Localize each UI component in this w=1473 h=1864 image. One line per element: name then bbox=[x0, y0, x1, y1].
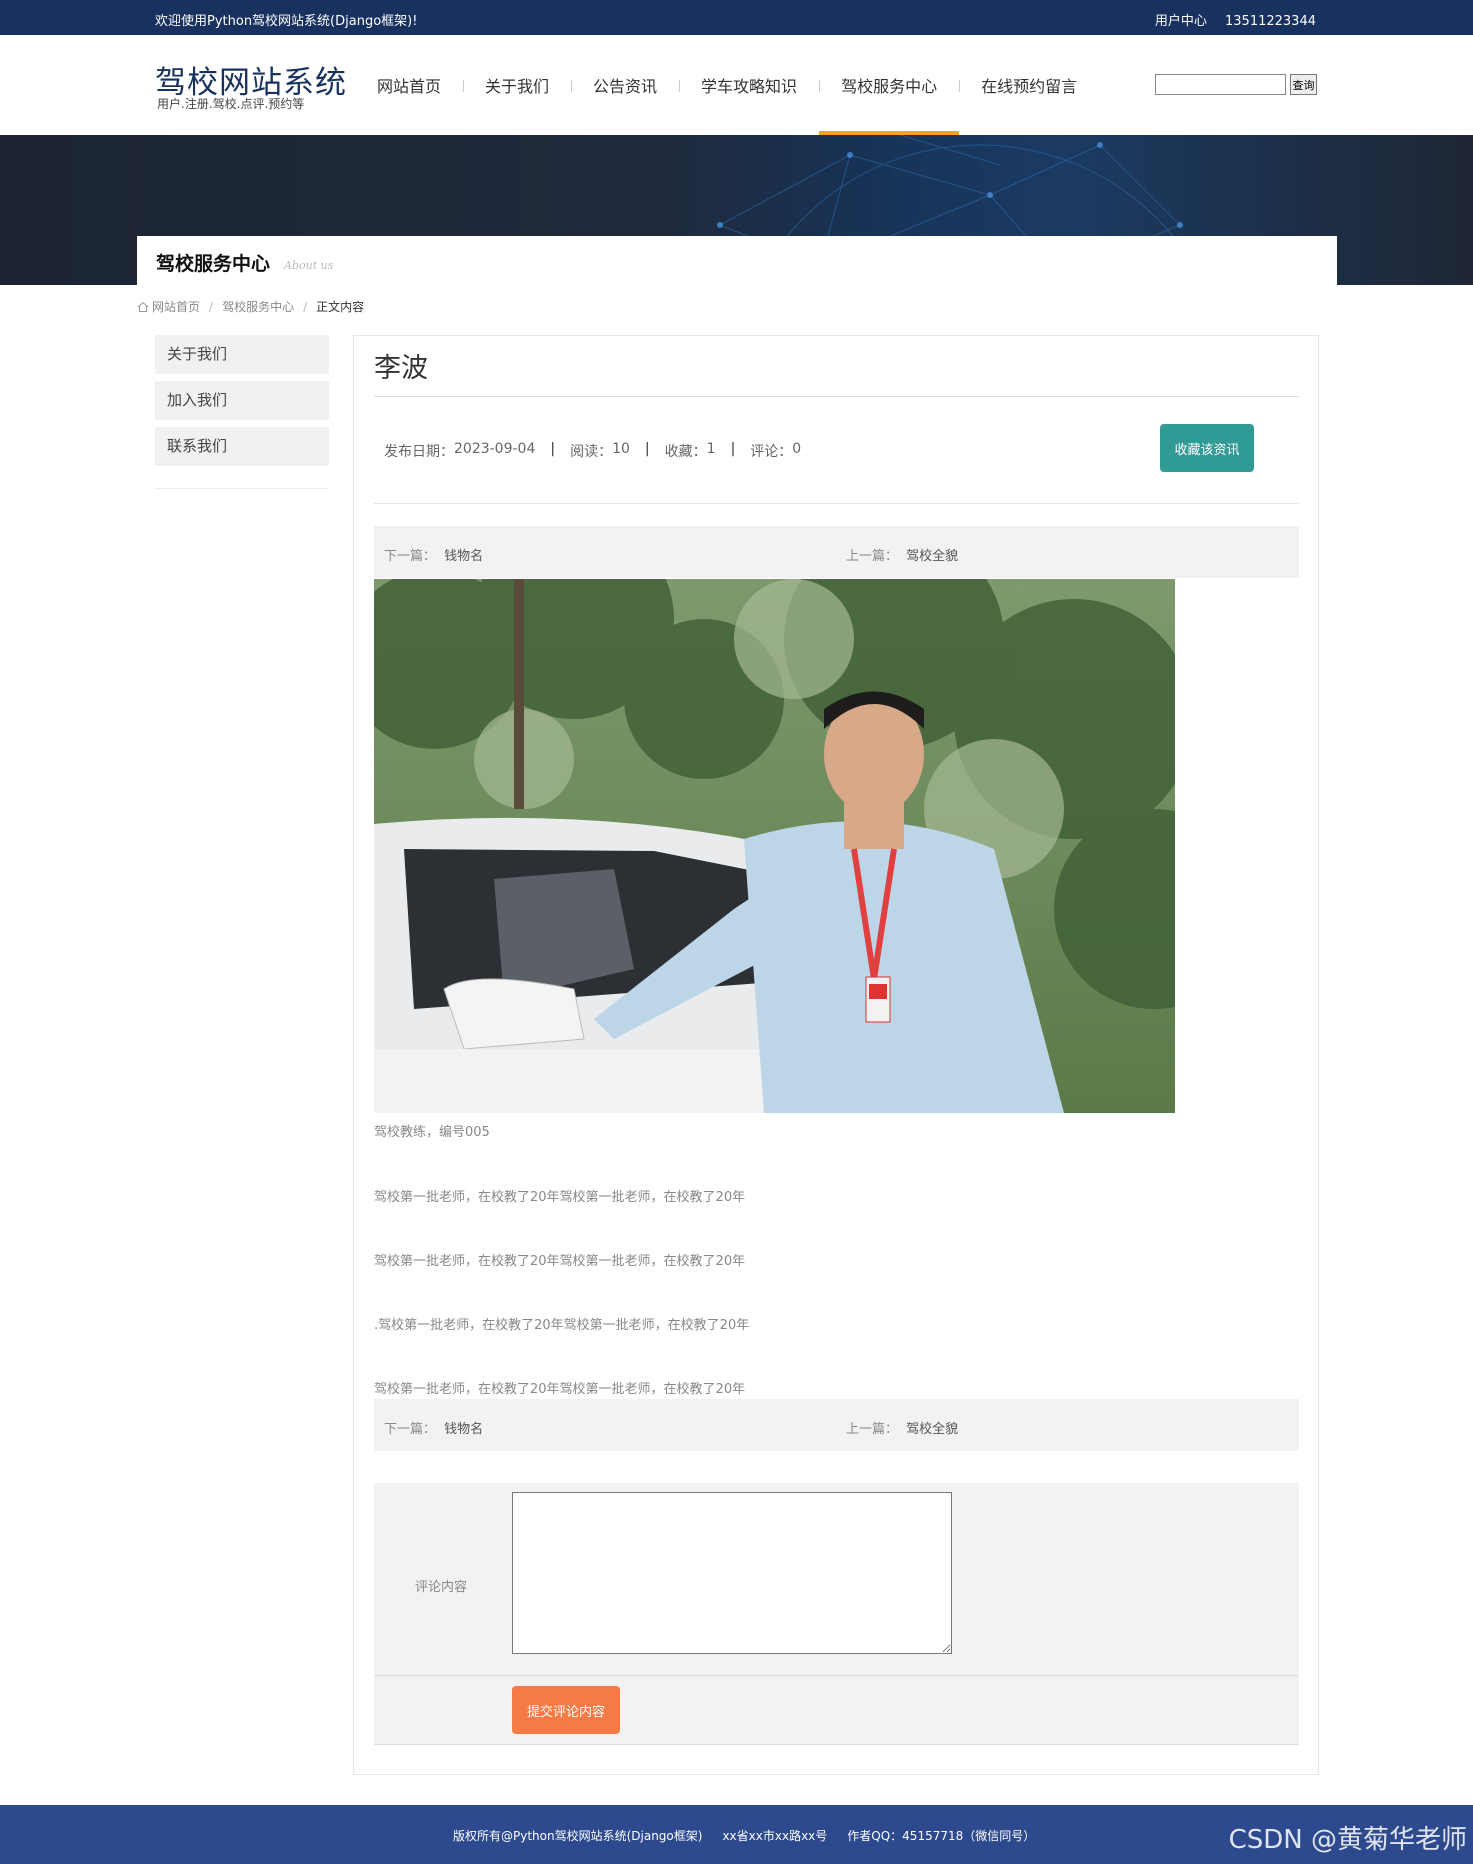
prev-next-nav-top: 下一篇： 钱物名 上一篇： 驾校全貌 bbox=[374, 526, 1299, 578]
nav-item-service[interactable]: 驾校服务中心 bbox=[819, 35, 960, 135]
nav-item-home[interactable]: 网站首页 bbox=[355, 35, 463, 135]
meta-separator: | bbox=[730, 441, 736, 457]
article-paragraph: 驾校第一批老师，在校教了20年驾校第一批老师，在校教了20年 bbox=[374, 1382, 746, 1397]
comment-count: 0 bbox=[792, 441, 802, 457]
breadcrumb-separator: / bbox=[303, 299, 308, 314]
main-nav: 网站首页 关于我们 公告资讯 学车攻略知识 驾校服务中心 在线预约留言 bbox=[355, 35, 1099, 135]
footer: 版权所有@Python驾校网站系统(Django框架) xx省xx市xx路xx号… bbox=[0, 1805, 1473, 1864]
nav-item-about[interactable]: 关于我们 bbox=[463, 35, 571, 135]
meta-divider bbox=[374, 503, 1299, 504]
prev-label: 上一篇： bbox=[846, 549, 899, 564]
topbar-right: 用户中心 13511223344 bbox=[1141, 10, 1316, 29]
comment-form: 评论内容 提交评论内容 bbox=[374, 1483, 1299, 1745]
next-article-link[interactable]: 下一篇： 钱物名 bbox=[384, 1418, 483, 1437]
breadcrumb-section[interactable]: 驾校服务中心 bbox=[222, 298, 294, 315]
breadcrumb-home[interactable]: 网站首页 bbox=[152, 298, 200, 315]
title-divider bbox=[374, 396, 1299, 397]
prev-article-link[interactable]: 上一篇： 驾校全貌 bbox=[846, 545, 958, 564]
top-bar: 欢迎使用Python驾校网站系统(Django框架)! 用户中心 1351122… bbox=[0, 0, 1473, 35]
article-paragraph: 驾校第一批老师，在校教了20年驾校第一批老师，在校教了20年 bbox=[374, 1254, 746, 1269]
read-label: 阅读： bbox=[570, 444, 613, 460]
footer-address: xx省xx市xx路xx号 bbox=[722, 1829, 828, 1843]
home-icon bbox=[137, 301, 149, 312]
next-article-link[interactable]: 下一篇： 钱物名 bbox=[384, 545, 483, 564]
breadcrumb-separator: / bbox=[209, 299, 214, 314]
watermark-text: CSDN @黄菊华老师 bbox=[1228, 1825, 1467, 1855]
welcome-text: 欢迎使用Python驾校网站系统(Django框架)! bbox=[155, 14, 418, 29]
nav-item-guide[interactable]: 学车攻略知识 bbox=[679, 35, 819, 135]
article-meta: 发布日期： 2023-09-04 | 阅读： 10 | 收藏： 1 | 评论： … bbox=[384, 441, 801, 461]
user-center-link[interactable]: 用户中心 bbox=[1155, 14, 1207, 29]
comment-textarea[interactable] bbox=[512, 1492, 952, 1654]
prev-next-nav-bottom: 下一篇： 钱物名 上一篇： 驾校全貌 bbox=[374, 1399, 1299, 1451]
sidebar-item-contact[interactable]: 联系我们 bbox=[155, 427, 329, 466]
header: 驾校网站系统 用户.注册.驾校.点评.预约等 网站首页 关于我们 公告资讯 学车… bbox=[0, 35, 1473, 135]
comment-content-label: 评论内容 bbox=[415, 1580, 468, 1595]
form-row-divider bbox=[374, 1675, 1299, 1676]
fav-count: 1 bbox=[706, 441, 716, 457]
next-title[interactable]: 钱物名 bbox=[444, 1422, 483, 1437]
photo-caption: 驾校教练，编号005 bbox=[374, 1125, 490, 1140]
prev-label: 上一篇： bbox=[846, 1422, 899, 1437]
section-title-tab: 驾校服务中心 About us bbox=[137, 236, 1337, 285]
search-box: 查询 bbox=[1155, 74, 1317, 95]
footer-copyright: 版权所有@Python驾校网站系统(Django框架) bbox=[453, 1829, 703, 1843]
next-label: 下一篇： bbox=[384, 549, 437, 564]
form-bottom-divider bbox=[374, 1744, 1299, 1745]
sidebar-item-join[interactable]: 加入我们 bbox=[155, 381, 329, 420]
date-value: 2023-09-04 bbox=[454, 441, 536, 457]
section-title: 驾校服务中心 bbox=[156, 253, 271, 275]
logo-subtitle: 用户.注册.驾校.点评.预约等 bbox=[157, 97, 305, 111]
section-subtitle: About us bbox=[284, 259, 334, 272]
search-button[interactable]: 查询 bbox=[1290, 74, 1317, 95]
next-title[interactable]: 钱物名 bbox=[444, 549, 483, 564]
footer-author: 作者QQ：45157718（微信同号） bbox=[847, 1829, 1036, 1843]
date-label: 发布日期： bbox=[384, 444, 454, 460]
prev-title[interactable]: 驾校全貌 bbox=[906, 1422, 958, 1437]
footer-info: 版权所有@Python驾校网站系统(Django框架) xx省xx市xx路xx号… bbox=[453, 1827, 1035, 1844]
meta-separator: | bbox=[550, 441, 556, 457]
instructor-photo-image: 教 bbox=[374, 579, 1175, 1113]
article-title: 李波 bbox=[374, 353, 428, 384]
nav-item-news[interactable]: 公告资讯 bbox=[571, 35, 679, 135]
article-paragraph: 驾校第一批老师，在校教了20年驾校第一批老师，在校教了20年 bbox=[374, 1190, 746, 1205]
sidebar-divider bbox=[155, 488, 329, 489]
phone-number: 13511223344 bbox=[1225, 14, 1316, 29]
favorite-button[interactable]: 收藏该资讯 bbox=[1160, 424, 1254, 472]
banner: 驾校服务中心 About us bbox=[0, 135, 1473, 285]
next-label: 下一篇： bbox=[384, 1422, 437, 1437]
article-panel: 李波 发布日期： 2023-09-04 | 阅读： 10 | 收藏： 1 | 评… bbox=[353, 335, 1319, 1775]
submit-comment-button[interactable]: 提交评论内容 bbox=[512, 1686, 620, 1734]
search-input[interactable] bbox=[1155, 74, 1286, 95]
sidebar-item-about[interactable]: 关于我们 bbox=[155, 335, 329, 374]
prev-article-link[interactable]: 上一篇： 驾校全貌 bbox=[846, 1418, 958, 1437]
prev-title[interactable]: 驾校全貌 bbox=[906, 549, 958, 564]
comment-label: 评论： bbox=[750, 444, 793, 460]
nav-item-booking[interactable]: 在线预约留言 bbox=[959, 35, 1099, 135]
read-count: 10 bbox=[612, 441, 630, 457]
breadcrumb-current: 正文内容 bbox=[316, 300, 365, 314]
breadcrumb: 网站首页 / 驾校服务中心 / 正文内容 bbox=[137, 298, 364, 315]
sidebar: 关于我们 加入我们 联系我们 bbox=[155, 335, 329, 489]
article-paragraph: .驾校第一批老师，在校教了20年驾校第一批老师，在校教了20年 bbox=[374, 1318, 750, 1333]
article-photo: 教 bbox=[374, 579, 1175, 1113]
fav-label: 收藏： bbox=[664, 444, 707, 460]
meta-separator: | bbox=[644, 441, 650, 457]
